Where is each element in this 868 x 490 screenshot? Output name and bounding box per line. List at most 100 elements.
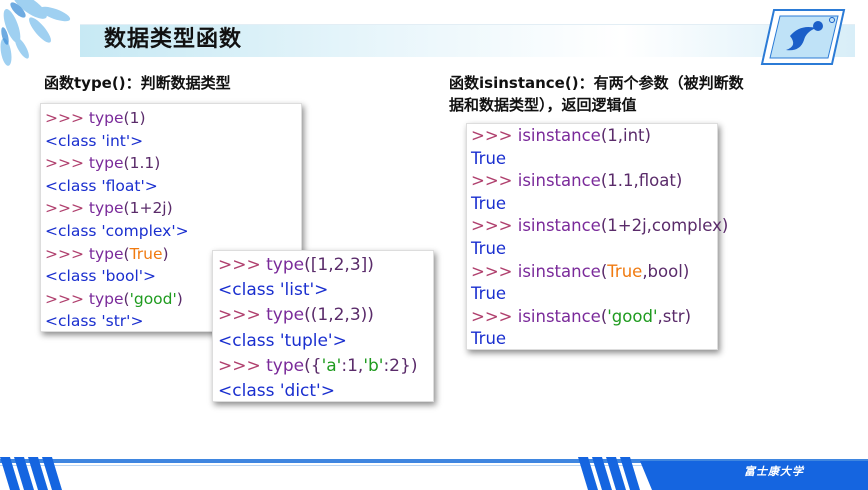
footer-university-name: 富士康大学 <box>744 465 804 478</box>
output-text: <class 'int'> <box>45 131 144 150</box>
repl-prompt: >>> <box>45 289 89 308</box>
paren: ) <box>675 171 683 191</box>
function-name: type <box>88 289 124 308</box>
argument-token: :1, <box>341 355 364 376</box>
argument-token: { <box>310 355 322 376</box>
argument-token: 'good' <box>129 289 177 308</box>
output-text: True <box>471 148 507 168</box>
type-containers-code-panel: >>> type([1,2,3]) <class 'list'> >>> type(… <box>212 250 434 402</box>
argument-token: 1 <box>129 109 140 127</box>
university-logo <box>760 9 846 65</box>
argument-token: 'good' <box>607 306 658 326</box>
repl-prompt: >>> <box>471 126 518 145</box>
input-line: >>> isinstance(1,int) <box>471 125 717 148</box>
paren: ( <box>304 255 311 275</box>
paren: ) <box>166 199 173 218</box>
output-line: <class 'list'> <box>218 278 433 303</box>
output-line: <class 'int'> <box>45 130 301 153</box>
function-name: type <box>266 305 305 326</box>
repl-prompt: >>> <box>471 171 518 191</box>
function-name: type <box>88 199 124 218</box>
output-line: True <box>471 238 717 261</box>
isinstance-code-panel: >>> isinstance(1,int) True >>> isinstance(… <box>466 123 728 351</box>
repl-prompt: >>> <box>471 306 518 326</box>
function-name: isinstance <box>517 126 601 145</box>
output-text: <class 'tuple'> <box>218 330 347 351</box>
function-name: isinstance <box>517 216 601 236</box>
function-name: isinstance <box>517 306 601 326</box>
input-line: >>> type(1.1) <box>45 152 301 175</box>
argument-token: 'a' <box>321 355 342 376</box>
repl-prompt: >>> <box>45 244 89 263</box>
repl-prompt: >>> <box>45 109 89 127</box>
paren: ) <box>684 306 692 326</box>
function-name: isinstance <box>517 261 601 281</box>
output-text: True <box>471 193 507 213</box>
function-name: type <box>266 255 305 275</box>
input-line: >>> type(1) <box>45 107 301 130</box>
function-name: type <box>266 355 305 376</box>
paren: ) <box>682 261 690 281</box>
left-heading: 函数type()：判断数据类型 <box>44 74 231 92</box>
output-line: <class 'dict'> <box>218 379 433 404</box>
argument-token: ,str <box>657 306 685 326</box>
input-line: >>> type({'a':1,'b':2}) <box>218 354 433 379</box>
repl-prompt: >>> <box>45 154 89 173</box>
argument-token: (1,2,3) <box>310 305 368 326</box>
argument-token: ,bool <box>642 261 683 281</box>
argument-token: 1+2j,complex <box>607 216 722 236</box>
paren: ) <box>176 289 183 308</box>
argument-token: 1+2j <box>129 199 167 218</box>
paren: ) <box>162 244 169 263</box>
output-line: True <box>471 193 717 216</box>
right-heading-line1: 函数isinstance()：有两个参数（被判断数 <box>449 74 744 92</box>
paren: ) <box>139 109 146 127</box>
input-line: >>> isinstance(True,bool) <box>471 261 717 284</box>
paren: ( <box>304 355 311 376</box>
output-text: <class 'str'> <box>45 312 144 331</box>
right-heading-line2: 据和数据类型），返回逻辑值 <box>449 96 637 114</box>
argument-token: 'b' <box>363 355 384 376</box>
argument-token: [1,2,3] <box>310 255 368 275</box>
input-line: >>> type((1,2,3)) <box>218 303 433 328</box>
argument-token: 1,int <box>607 126 645 145</box>
paren: ) <box>367 305 374 326</box>
slide-title: 数据类型函数 <box>104 27 243 52</box>
repl-prompt: >>> <box>218 355 267 376</box>
paren: ) <box>367 255 374 275</box>
output-line: True <box>471 328 717 351</box>
footer-bar <box>0 457 868 490</box>
repl-prompt: >>> <box>218 305 267 326</box>
output-text: <class 'complex'> <box>45 221 189 240</box>
output-text: True <box>471 284 507 304</box>
function-name: type <box>88 244 124 263</box>
input-line: >>> isinstance(1+2j,complex) <box>471 215 728 238</box>
argument-token: :2} <box>383 355 411 376</box>
output-text: True <box>471 238 507 258</box>
paren: ) <box>410 355 418 376</box>
argument-token: 1.1 <box>129 154 155 173</box>
function-name: type <box>88 109 124 127</box>
output-line: <class 'tuple'> <box>218 329 433 354</box>
paren: ) <box>644 126 651 145</box>
paren: ) <box>721 216 729 236</box>
repl-prompt: >>> <box>471 261 518 281</box>
input-line: >>> type(1+2j) <box>45 197 301 220</box>
repl-prompt: >>> <box>471 216 518 236</box>
output-line: <class 'float'> <box>45 175 301 198</box>
output-text: <class 'bool'> <box>45 267 157 286</box>
input-line: >>> type([1,2,3]) <box>218 253 433 278</box>
argument-token: True <box>129 244 163 263</box>
output-text: <class 'list'> <box>218 280 329 301</box>
output-line: <class 'complex'> <box>45 220 301 243</box>
function-name: isinstance <box>517 171 601 191</box>
argument-token: 1.1,float <box>607 171 676 191</box>
repl-prompt: >>> <box>45 199 89 218</box>
argument-token: True <box>607 261 643 281</box>
function-name: type <box>88 154 124 173</box>
output-text: True <box>471 329 507 349</box>
paren: ( <box>304 305 311 326</box>
paren: ) <box>154 154 161 173</box>
input-line: >>> isinstance(1.1,float) <box>471 170 717 193</box>
output-text: <class 'dict'> <box>218 381 335 402</box>
